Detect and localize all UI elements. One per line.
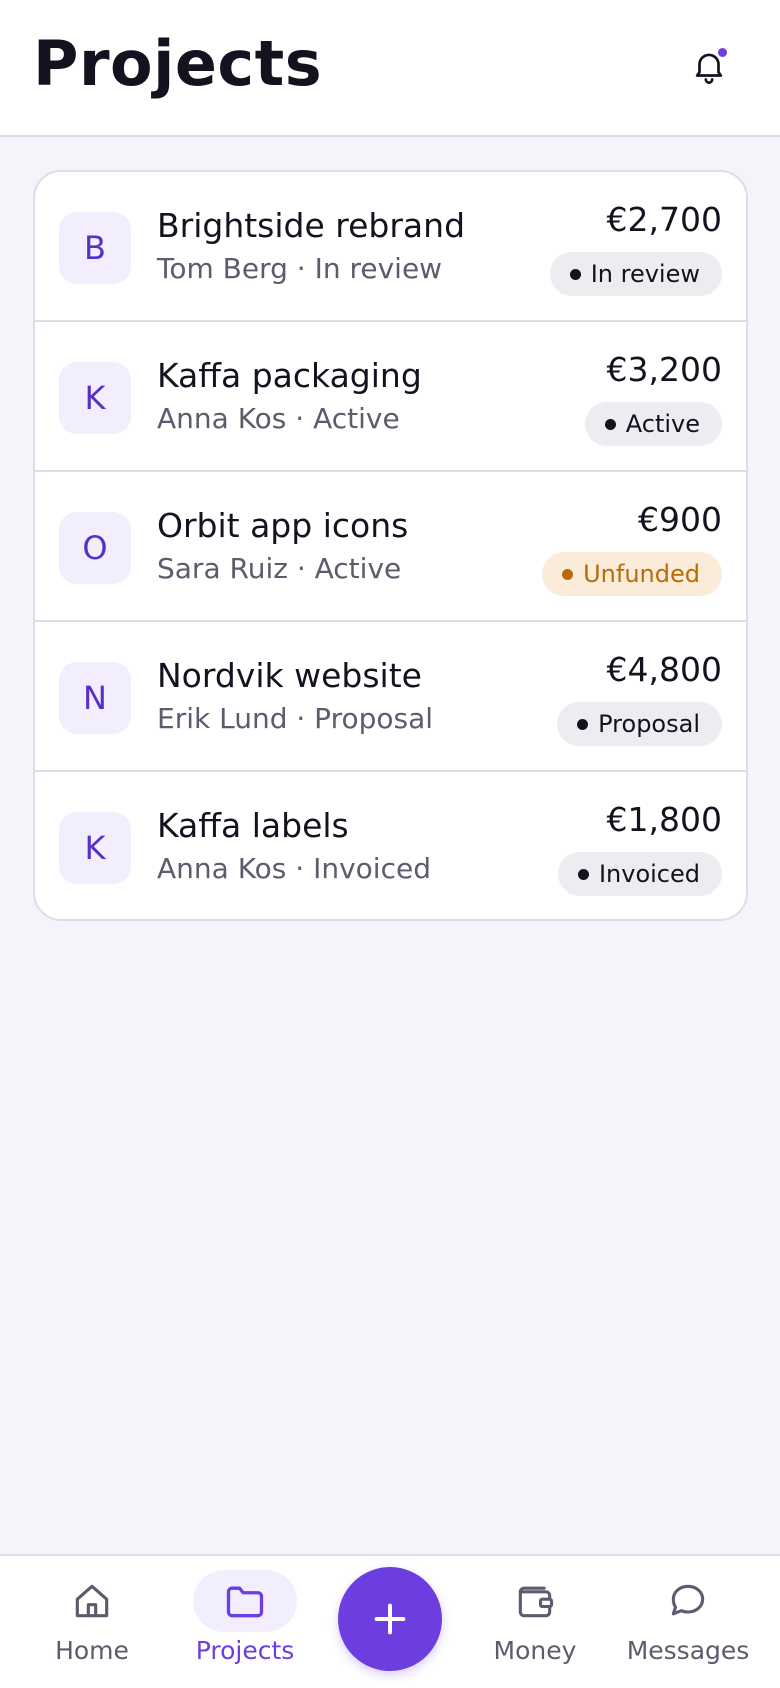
- folder-icon: [226, 1586, 264, 1618]
- nav-item-money[interactable]: Money: [483, 1556, 587, 1688]
- chat-bubble-icon: [671, 1584, 705, 1616]
- notifications-button[interactable]: [690, 46, 728, 86]
- status-dot: [604, 418, 616, 430]
- project-client-status: Tom Berg · In review: [157, 252, 443, 285]
- project-client-status: Sara Ruiz · Active: [157, 552, 402, 585]
- home-icon: [75, 1584, 109, 1618]
- top-bar: Projects: [0, 0, 780, 137]
- project-amount: €1,800: [606, 800, 722, 839]
- status-dot: [562, 568, 574, 580]
- project-row[interactable]: O Orbit app icons Sara Ruiz · Active €90…: [35, 472, 746, 622]
- plus-icon: [374, 1603, 406, 1635]
- project-client-status: Anna Kos · Active: [157, 402, 400, 435]
- nav-item-home[interactable]: Home: [40, 1556, 144, 1688]
- status-label: Unfunded: [583, 560, 700, 588]
- status-dot: [577, 868, 589, 880]
- page-title: Projects: [33, 27, 323, 100]
- status-badge: Active: [584, 402, 722, 446]
- project-name: Nordvik website: [157, 656, 422, 695]
- nav-label: Projects: [195, 1636, 295, 1665]
- status-badge: In review: [549, 252, 722, 296]
- project-avatar: K: [59, 812, 131, 884]
- project-name: Brightside rebrand: [157, 206, 466, 245]
- project-list: B Brightside rebrand Tom Berg · In revie…: [33, 170, 748, 921]
- project-avatar: O: [59, 512, 131, 584]
- project-avatar: K: [59, 362, 131, 434]
- status-label: Proposal: [598, 710, 700, 738]
- status-badge: Unfunded: [542, 552, 722, 596]
- status-label: Invoiced: [598, 860, 700, 888]
- nav-label: Messages: [626, 1636, 750, 1665]
- project-amount: €900: [638, 500, 722, 539]
- add-project-button[interactable]: [338, 1567, 442, 1671]
- status-dot: [577, 718, 589, 730]
- project-row[interactable]: K Kaffa labels Anna Kos · Invoiced €1,80…: [35, 772, 746, 919]
- project-avatar: N: [59, 662, 131, 734]
- project-client-status: Erik Lund · Proposal: [157, 702, 434, 735]
- status-label: Active: [625, 410, 700, 438]
- project-name: Kaffa labels: [157, 806, 349, 845]
- project-client-status: Anna Kos · Invoiced: [157, 852, 431, 885]
- project-name: Kaffa packaging: [157, 356, 422, 395]
- status-badge: Invoiced: [557, 852, 722, 896]
- project-name: Orbit app icons: [157, 506, 409, 545]
- wallet-icon: [518, 1586, 554, 1618]
- project-amount: €4,800: [606, 650, 722, 689]
- nav-label: Money: [493, 1636, 577, 1665]
- nav-label: Home: [55, 1636, 129, 1665]
- nav-item-projects[interactable]: Projects: [193, 1556, 297, 1688]
- nav-item-messages[interactable]: Messages: [622, 1556, 754, 1688]
- project-row[interactable]: K Kaffa packaging Anna Kos · Active €3,2…: [35, 322, 746, 472]
- project-avatar: B: [59, 212, 131, 284]
- project-row[interactable]: B Brightside rebrand Tom Berg · In revie…: [35, 172, 746, 322]
- status-label: In review: [590, 260, 700, 288]
- project-amount: €3,200: [606, 350, 722, 389]
- app-screen: Projects B Brightside rebrand Tom Berg ·…: [0, 0, 780, 1688]
- project-amount: €2,700: [606, 200, 722, 239]
- status-dot: [569, 268, 581, 280]
- project-row[interactable]: N Nordvik website Erik Lund · Proposal €…: [35, 622, 746, 772]
- unread-indicator: [718, 48, 727, 57]
- status-badge: Proposal: [557, 702, 722, 746]
